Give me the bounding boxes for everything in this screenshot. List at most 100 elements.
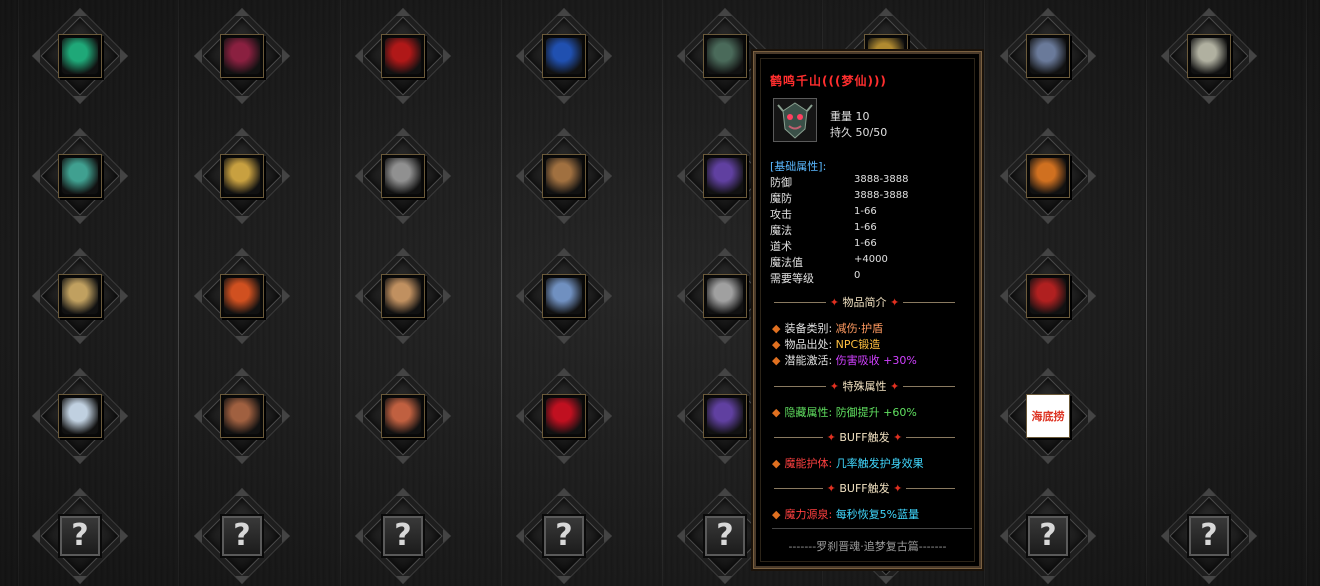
item-slot[interactable] (998, 6, 1098, 106)
item-slot[interactable] (192, 6, 292, 106)
stat-label: 魔法 (770, 224, 792, 237)
flame-orb-icon (220, 274, 264, 318)
buff-1: ◆ 魔能护体: 几率触发护身效果 (772, 455, 924, 471)
stat-label: 魔防 (770, 192, 792, 205)
column-divider (1306, 0, 1307, 586)
item-slot[interactable] (353, 366, 453, 466)
stat-row: 魔法值 +4000 (770, 254, 888, 270)
plain-ring-icon (381, 154, 425, 198)
weight-value: 10 (855, 110, 870, 123)
item-tooltip: 鹤鸣千山(((梦仙))) 重量 10 持久 50/50 [基础属性]: 防御 38… (754, 52, 981, 568)
skull-icon (58, 274, 102, 318)
item-slot[interactable] (192, 246, 292, 346)
item-slot[interactable]: ? (1159, 486, 1259, 586)
item-slot[interactable] (30, 246, 130, 346)
special-header: 特殊属性 (842, 380, 887, 393)
buff-header-1: BUFF触发 (839, 431, 890, 444)
intro-label: 装备类别: (784, 322, 836, 335)
item-slot[interactable] (192, 126, 292, 226)
blue-crest-icon (542, 34, 586, 78)
column-divider (1146, 0, 1147, 586)
crystal-blade-icon (542, 274, 586, 318)
item-slot[interactable] (998, 246, 1098, 346)
durability-value: 50/50 (855, 126, 888, 139)
intro-row: ◆ 装备类别: 减伤·护盾 (772, 320, 883, 336)
diamond-bullet-icon: ◆ (772, 406, 781, 419)
footer-separator (772, 528, 972, 529)
item-slot[interactable] (514, 366, 614, 466)
item-slot[interactable] (514, 246, 614, 346)
question-mark-icon: ? (1026, 514, 1070, 558)
hidden-attr-value: 防御提升 +60% (835, 406, 917, 419)
stat-label: 攻击 (770, 208, 792, 221)
stat-value: 3888-3888 (854, 190, 909, 201)
item-slot[interactable]: ? (998, 486, 1098, 586)
dragon-coil-icon (220, 394, 264, 438)
intro-value: 伤害吸收 +30% (835, 354, 917, 367)
item-slot[interactable]: ? (514, 486, 614, 586)
diamond-bullet-icon: ◆ (772, 354, 781, 367)
stat-label: 道术 (770, 240, 792, 253)
item-title: 鹤鸣千山(((梦仙))) (770, 74, 887, 88)
column-divider (178, 0, 179, 586)
intro-header: 物品简介 (842, 296, 887, 309)
buff-2-value: 每秒恢复5%蓝量 (835, 508, 920, 521)
buff-1-value: 几率触发护身效果 (835, 457, 924, 470)
stat-row: 防御 3888-3888 (770, 174, 909, 190)
tooltip-footer: -------罗刹晋魂·追梦复古篇------- (788, 540, 947, 553)
item-slot[interactable]: 海底捞 (998, 366, 1098, 466)
diamond-bullet-icon: ◆ (772, 508, 781, 521)
durability-label: 持久 (830, 126, 852, 139)
stat-value: 1-66 (854, 206, 877, 217)
item-slot[interactable] (514, 6, 614, 106)
stat-value: 3888-3888 (854, 174, 909, 185)
intro-label: 物品出处: (784, 338, 836, 351)
item-slot[interactable] (353, 246, 453, 346)
column-divider (984, 0, 985, 586)
stat-row: 魔防 3888-3888 (770, 190, 909, 206)
question-mark-icon: ? (381, 514, 425, 558)
item-slot[interactable]: ? (30, 486, 130, 586)
stat-row: 需要等级 0 (770, 270, 860, 286)
stat-label: 需要等级 (770, 272, 814, 285)
item-meta: 重量 10 持久 50/50 (830, 109, 887, 141)
question-mark-icon: ? (542, 514, 586, 558)
intro-value: 减伤·护盾 (835, 322, 884, 335)
item-slot[interactable]: ? (353, 486, 453, 586)
column-divider (340, 0, 341, 586)
question-mark-icon: ? (1187, 514, 1231, 558)
intro-label: 潜能激活: (784, 354, 836, 367)
column-divider (501, 0, 502, 586)
diamond-bullet-icon: ◆ (772, 338, 781, 351)
item-slot[interactable] (192, 366, 292, 466)
intro-row: ◆ 物品出处: NPC锻造 (772, 336, 880, 352)
item-slot[interactable] (1159, 6, 1259, 106)
buff-1-label: 魔能护体: (784, 457, 833, 470)
item-slot[interactable] (998, 126, 1098, 226)
column-divider (18, 0, 19, 586)
jade-sword-icon (58, 154, 102, 198)
item-slot[interactable] (30, 126, 130, 226)
diamond-bullet-icon: ◆ (772, 457, 781, 470)
demon-portrait-icon (703, 154, 747, 198)
item-slot[interactable]: ? (192, 486, 292, 586)
stat-label: 防御 (770, 176, 792, 189)
item-slot[interactable] (353, 6, 453, 106)
buff-header-2: BUFF触发 (839, 482, 890, 495)
stat-row: 攻击 1-66 (770, 206, 877, 222)
base-attributes-heading: [基础属性]: (770, 160, 827, 173)
item-slot[interactable] (30, 366, 130, 466)
white-sage-figure-icon (58, 394, 102, 438)
column-divider (662, 0, 663, 586)
stat-value: 1-66 (854, 222, 877, 233)
demon-mask-icon (703, 34, 747, 78)
stat-label: 魔法值 (770, 256, 803, 269)
question-mark-icon: ? (220, 514, 264, 558)
item-slot[interactable] (514, 126, 614, 226)
buff-divider-1: ✦ BUFF触发 ✦ (774, 429, 955, 445)
item-slot[interactable] (30, 6, 130, 106)
item-slot[interactable] (353, 126, 453, 226)
diamond-bullet-icon: ◆ (772, 322, 781, 335)
intro-value: NPC锻造 (835, 338, 881, 351)
stat-row: 魔法 1-66 (770, 222, 877, 238)
